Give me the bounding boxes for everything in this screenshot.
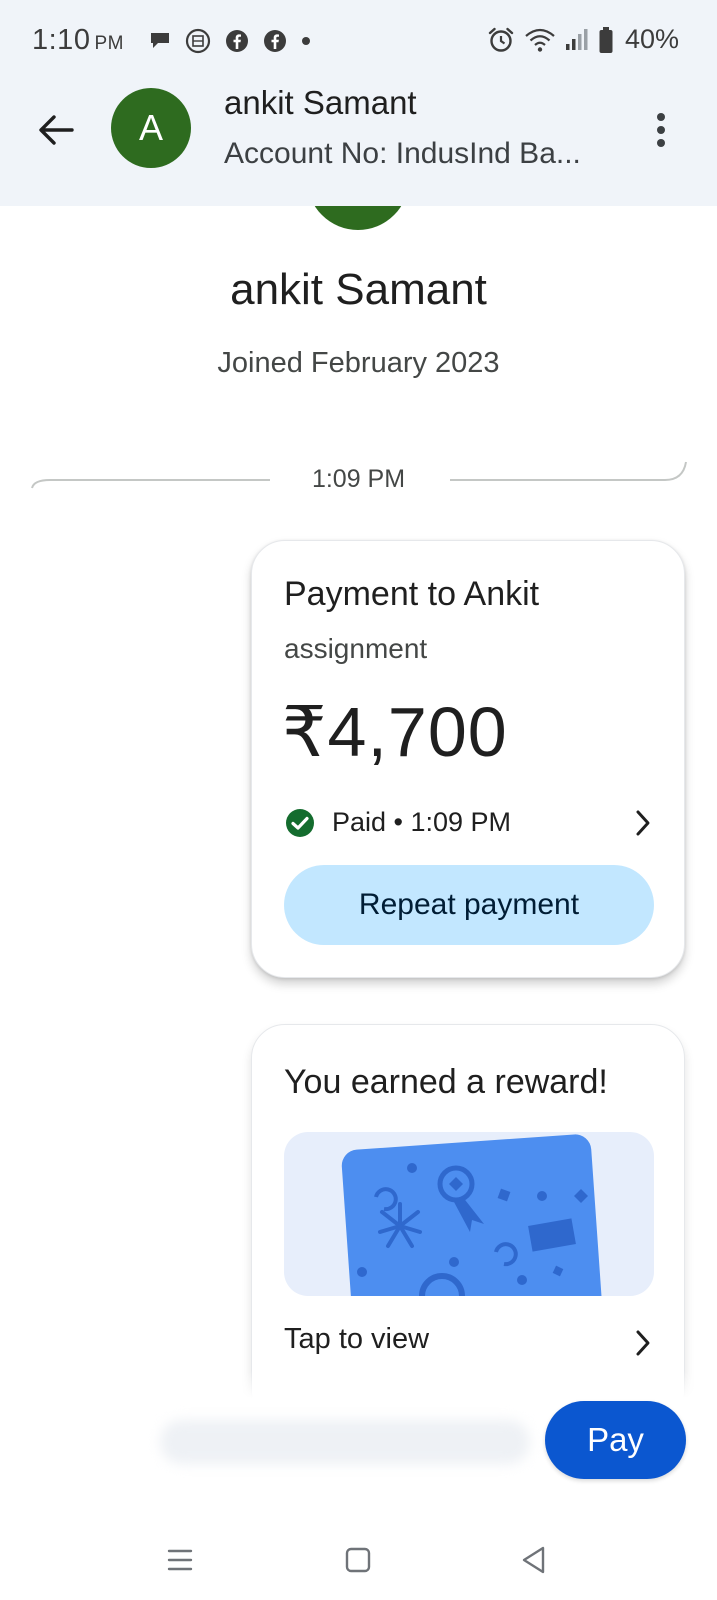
status-bar: 1:10 PM 40% xyxy=(0,0,717,82)
app-notification-icon xyxy=(185,28,211,54)
chevron-right-icon xyxy=(634,809,652,842)
payment-card[interactable]: Payment to Ankit assignment ₹4,700 Paid … xyxy=(251,540,685,978)
app-bar: A ankit Samant Account No: IndusInd Ba..… xyxy=(0,82,717,206)
pay-button[interactable]: Pay xyxy=(545,1401,686,1479)
recent-apps-button[interactable] xyxy=(158,1538,202,1582)
signal-icon xyxy=(565,28,589,52)
system-nav-bar xyxy=(0,1510,717,1600)
reward-card[interactable]: You earned a reward! Tap to view xyxy=(251,1024,685,1426)
dot-icon xyxy=(301,36,311,46)
home-button[interactable] xyxy=(336,1538,380,1582)
payment-status-row[interactable]: Paid • 1:09 PM xyxy=(284,803,654,843)
system-status-icons: 40% xyxy=(487,24,679,55)
contact-avatar[interactable]: A xyxy=(111,88,191,168)
payment-amount: ₹4,700 xyxy=(282,693,508,771)
status-clock: 1:10 xyxy=(32,24,91,56)
account-subtitle[interactable]: Account No: IndusInd Ba... xyxy=(224,137,581,171)
reward-title: You earned a reward! xyxy=(284,1063,608,1101)
back-triangle-icon xyxy=(520,1545,548,1575)
blurred-message-hint xyxy=(160,1420,530,1464)
more-options-button[interactable] xyxy=(641,104,681,156)
check-circle-icon xyxy=(284,807,316,844)
payment-title: Payment to Ankit xyxy=(284,575,540,613)
repeat-payment-button[interactable]: Repeat payment xyxy=(284,865,654,945)
tap-to-view-row[interactable]: Tap to view xyxy=(284,1323,654,1363)
facebook-icon xyxy=(263,29,287,53)
alarm-icon xyxy=(487,26,515,54)
battery-percentage: 40% xyxy=(624,24,679,54)
contact-name[interactable]: ankit Samant xyxy=(224,84,417,122)
profile-name: ankit Samant xyxy=(230,265,487,314)
notification-icons xyxy=(149,28,311,54)
back-button[interactable] xyxy=(30,104,82,156)
status-time: 1:10 PM xyxy=(32,24,124,57)
tap-to-view-label: Tap to view xyxy=(284,1323,430,1355)
battery-icon xyxy=(598,26,614,54)
wifi-icon xyxy=(524,27,556,53)
home-square-icon xyxy=(344,1546,372,1574)
more-vert-icon xyxy=(656,112,666,148)
system-back-button[interactable] xyxy=(512,1538,556,1582)
facebook-icon xyxy=(225,29,249,53)
status-ampm: PM xyxy=(94,33,124,54)
chat-bubble-icon xyxy=(149,31,171,51)
divider-timestamp: 1:09 PM xyxy=(311,465,406,493)
reward-scratch-card-image[interactable] xyxy=(284,1132,654,1296)
payment-status: Paid • 1:09 PM xyxy=(332,807,512,837)
top-app-area: 1:10 PM 40% A ankit Samant Account No: I… xyxy=(0,0,717,206)
menu-icon xyxy=(166,1547,194,1573)
payment-note: assignment xyxy=(284,633,428,664)
joined-date: Joined February 2023 xyxy=(217,347,500,379)
chevron-right-icon xyxy=(634,1329,652,1362)
arrow-back-icon xyxy=(38,114,74,146)
